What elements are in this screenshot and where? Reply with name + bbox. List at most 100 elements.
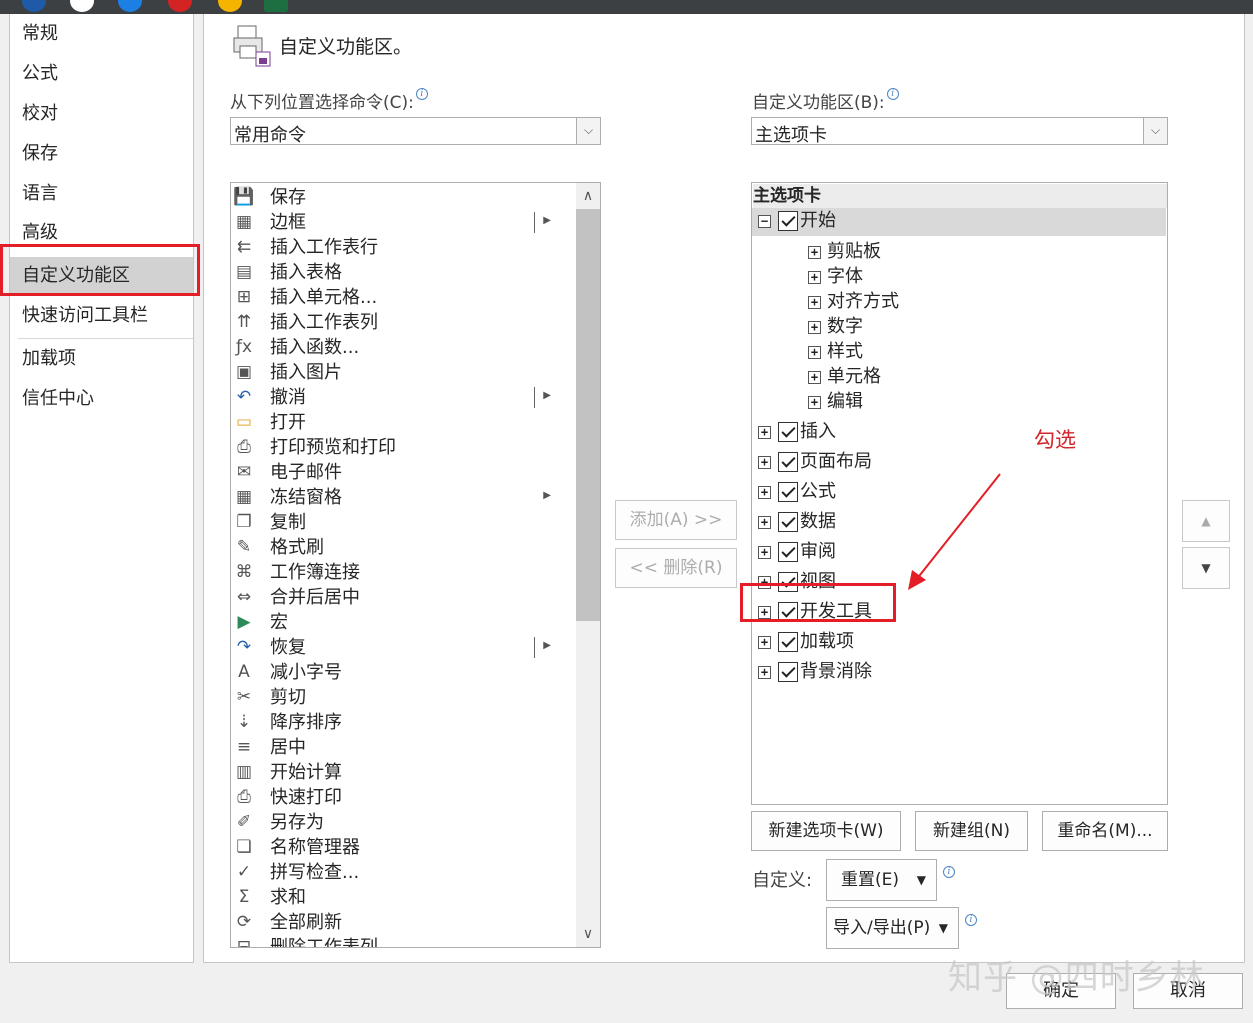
expand-icon[interactable]: + — [758, 546, 771, 559]
expand-icon[interactable]: + — [758, 456, 771, 469]
ribbon-tab-node[interactable]: + 插入 — [752, 419, 1152, 447]
expand-icon[interactable]: + — [758, 426, 771, 439]
command-item[interactable]: ✐ 另存为 — [231, 810, 575, 835]
tab-checkbox[interactable] — [778, 512, 798, 532]
ribbon-tab-node[interactable]: + 加载项 — [752, 629, 1152, 657]
command-item[interactable]: ⌘ 工作簿连接 — [231, 560, 575, 585]
new-tab-button[interactable]: 新建选项卡(W) — [751, 811, 901, 851]
chrome-icon[interactable] — [218, 0, 242, 12]
command-item[interactable]: ❏ 名称管理器 — [231, 835, 575, 860]
command-item[interactable]: ⇣ 降序排序 — [231, 710, 575, 735]
expand-icon[interactable]: + — [808, 396, 821, 409]
rename-button[interactable]: 重命名(M)... — [1042, 811, 1168, 851]
command-item[interactable]: ⎙ 打印预览和打印 — [231, 435, 575, 460]
reset-dropdown[interactable]: 重置(E) ▼ — [826, 859, 937, 901]
edge-icon[interactable] — [22, 0, 46, 12]
command-item[interactable]: ƒx 插入函数... — [231, 335, 575, 360]
customize-ribbon-combo[interactable]: 主选项卡 ⌵ — [751, 117, 1168, 146]
command-item[interactable]: 💾 保存 — [231, 185, 575, 210]
command-item[interactable]: ⊟ 删除工作表列 — [231, 935, 575, 947]
nav-item-language[interactable]: 语言 — [10, 175, 193, 213]
choose-commands-combo[interactable]: 常用命令 ⌵ — [230, 117, 601, 146]
command-item[interactable]: ▦ 边框 ▶ — [231, 210, 575, 235]
info-icon[interactable]: i — [943, 866, 955, 878]
ribbon-group-node[interactable]: + 字体 — [752, 264, 1052, 292]
ribbon-group-node[interactable]: + 数字 — [752, 314, 1052, 342]
command-item[interactable]: ✓ 拼写检查... — [231, 860, 575, 885]
remove-button[interactable]: << 删除(R) — [615, 548, 737, 588]
command-item[interactable]: ▥ 开始计算 — [231, 760, 575, 785]
ribbon-group-node[interactable]: + 剪贴板 — [752, 239, 1052, 267]
expand-icon[interactable]: + — [808, 271, 821, 284]
command-item[interactable]: ✉ 电子邮件 — [231, 460, 575, 485]
scroll-down-icon[interactable]: ∨ — [576, 923, 600, 945]
command-item[interactable]: ⇔ 合并后居中 — [231, 585, 575, 610]
command-item[interactable]: ↷ 恢复 ▶ — [231, 635, 575, 660]
add-button[interactable]: 添加(A) >> — [615, 500, 737, 540]
tab-checkbox[interactable] — [778, 542, 798, 562]
import-export-dropdown[interactable]: 导入/导出(P) ▼ — [826, 907, 959, 949]
command-item[interactable]: ▣ 插入图片 — [231, 360, 575, 385]
nav-item-proofing[interactable]: 校对 — [10, 95, 193, 133]
command-item[interactable]: Σ 求和 — [231, 885, 575, 910]
command-item[interactable]: ▤ 插入表格 — [231, 260, 575, 285]
tab-checkbox[interactable] — [778, 632, 798, 652]
command-item[interactable]: ↶ 撤消 ▶ — [231, 385, 575, 410]
nav-item-general[interactable]: 常规 — [10, 15, 193, 53]
command-item[interactable]: ⇈ 插入工作表列 — [231, 310, 575, 335]
nav-item-addins[interactable]: 加载项 — [10, 340, 193, 378]
chevron-down-icon[interactable]: ⌵ — [1143, 118, 1167, 144]
scroll-thumb[interactable] — [576, 209, 600, 621]
expand-icon[interactable]: + — [758, 486, 771, 499]
nav-item-formulas[interactable]: 公式 — [10, 55, 193, 93]
ribbon-tab-node[interactable]: − 开始 — [752, 208, 1166, 236]
command-item[interactable]: ▦ 冻结窗格 ▶ — [231, 485, 575, 510]
command-item[interactable]: ▶ 宏 — [231, 610, 575, 635]
chevron-down-icon[interactable]: ⌵ — [576, 118, 600, 144]
app-icon[interactable] — [70, 0, 94, 12]
tab-checkbox[interactable] — [778, 452, 798, 472]
info-icon[interactable]: i — [965, 914, 977, 926]
new-group-button[interactable]: 新建组(N) — [915, 811, 1028, 851]
excel-icon[interactable] — [264, 0, 288, 12]
expand-icon[interactable]: + — [758, 516, 771, 529]
command-list[interactable]: ⊟ 删除工作表列 ⟳ 全部刷新 Σ 求和 ✓ 拼写检查... ❏ 名称管理器 ✐ 另存为 ⎙ 快速打印 ▥ 开… — [230, 182, 601, 948]
expand-icon[interactable]: + — [808, 296, 821, 309]
command-item[interactable]: ⊞ 插入单元格... — [231, 285, 575, 310]
command-item[interactable]: ≡ 居中 — [231, 735, 575, 760]
command-item[interactable]: ▭ 打开 — [231, 410, 575, 435]
collapse-icon[interactable]: − — [758, 215, 771, 228]
expand-icon[interactable]: + — [808, 246, 821, 259]
tab-checkbox[interactable] — [778, 482, 798, 502]
expand-icon[interactable]: + — [808, 346, 821, 359]
command-item[interactable]: ❐ 复制 — [231, 510, 575, 535]
ribbon-group-node[interactable]: + 单元格 — [752, 364, 1052, 392]
command-item[interactable]: ✎ 格式刷 — [231, 535, 575, 560]
command-list-scrollbar[interactable]: ∧ ∨ — [576, 183, 600, 947]
move-down-button[interactable]: ▼ — [1182, 547, 1230, 589]
scroll-up-icon[interactable]: ∧ — [576, 185, 600, 207]
tab-checkbox[interactable] — [778, 662, 798, 682]
ribbon-group-node[interactable]: + 样式 — [752, 339, 1052, 367]
expand-icon[interactable]: + — [758, 666, 771, 679]
expand-icon[interactable]: + — [808, 371, 821, 384]
command-item[interactable]: ⇇ 插入工作表行 — [231, 235, 575, 260]
command-item[interactable]: ⎙ 快速打印 — [231, 785, 575, 810]
nav-item-trust-center[interactable]: 信任中心 — [10, 380, 193, 418]
command-item[interactable]: ✂ 剪切 — [231, 685, 575, 710]
tab-checkbox[interactable] — [778, 211, 798, 231]
expand-icon[interactable]: + — [758, 636, 771, 649]
tab-checkbox[interactable] — [778, 422, 798, 442]
ribbon-group-node[interactable]: + 编辑 — [752, 389, 1052, 417]
nav-item-save[interactable]: 保存 — [10, 135, 193, 173]
info-icon[interactable]: i — [415, 88, 428, 100]
move-up-button[interactable]: ▲ — [1182, 500, 1230, 542]
info-icon[interactable]: i — [886, 88, 899, 100]
red-app-icon[interactable] — [168, 0, 192, 12]
expand-icon[interactable]: + — [808, 321, 821, 334]
command-item[interactable]: A 减小字号 — [231, 660, 575, 685]
ribbon-group-node[interactable]: + 对齐方式 — [752, 289, 1052, 317]
ribbon-tab-node[interactable]: + 背景消除 — [752, 659, 1152, 687]
nav-item-quick-access[interactable]: 快速访问工具栏 — [10, 297, 193, 335]
command-item[interactable]: ⟳ 全部刷新 — [231, 910, 575, 935]
